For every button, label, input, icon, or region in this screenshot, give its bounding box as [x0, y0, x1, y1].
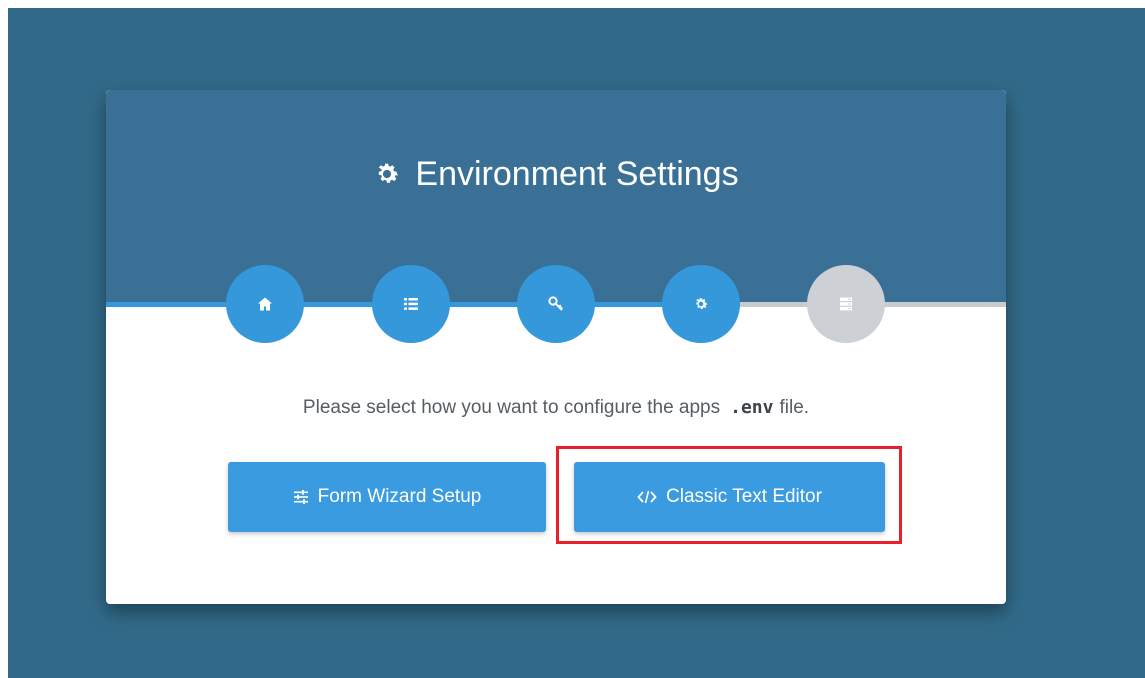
- classic-text-editor-button[interactable]: Classic Text Editor: [574, 462, 885, 532]
- gear-icon: [696, 298, 708, 309]
- prompt-text-before: Please select how you want to configure …: [302, 397, 721, 418]
- home-icon: [258, 297, 272, 311]
- step-home[interactable]: [226, 265, 304, 343]
- gear-icon: [373, 153, 401, 183]
- form-wizard-setup-button[interactable]: Form Wizard Setup: [228, 462, 546, 532]
- configuration-prompt: Please select how you want to configure …: [106, 395, 1006, 421]
- page-title: Environment Settings: [106, 150, 1006, 198]
- environment-settings-card: Environment Settings Please select how y…: [106, 90, 1006, 604]
- step-list[interactable]: [372, 265, 450, 343]
- key-icon: [548, 296, 563, 311]
- classic-text-editor-label: Classic Text Editor: [666, 486, 822, 507]
- code-icon: [637, 489, 657, 505]
- step-key[interactable]: [517, 265, 595, 343]
- page-title-text: Environment Settings: [415, 155, 739, 193]
- form-wizard-setup-label: Form Wizard Setup: [317, 486, 482, 507]
- step-settings[interactable]: [662, 265, 740, 343]
- list-icon: [404, 298, 418, 310]
- sliders-icon: [293, 489, 309, 505]
- server-icon: [840, 297, 852, 311]
- env-file-code: .env: [730, 397, 774, 418]
- step-server[interactable]: [807, 265, 885, 343]
- prompt-text-after: file.: [779, 397, 810, 418]
